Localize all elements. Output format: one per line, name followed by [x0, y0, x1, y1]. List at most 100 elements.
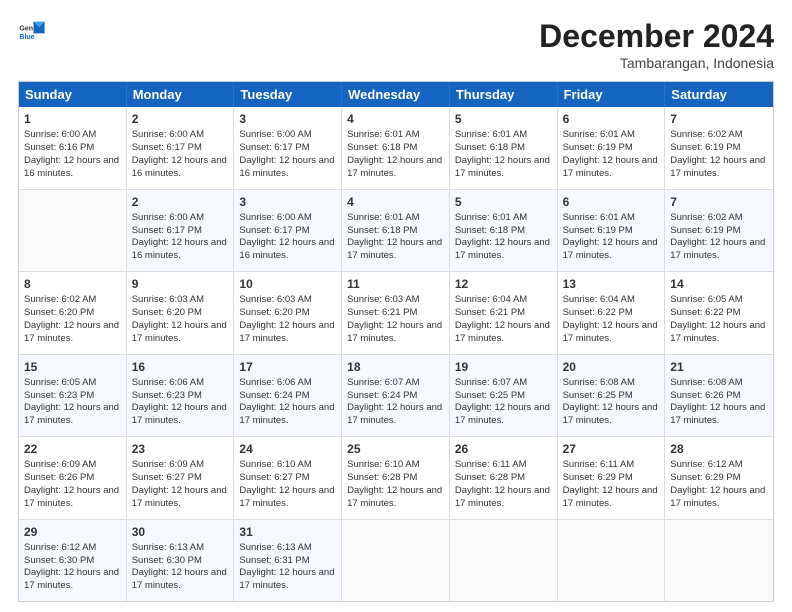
calendar-body: 1Sunrise: 6:00 AMSunset: 6:16 PMDaylight… [19, 107, 773, 601]
header: Gen Blue December 2024 Tambarangan, Indo… [18, 18, 774, 71]
cal-cell: 30Sunrise: 6:13 AMSunset: 6:30 PMDayligh… [127, 520, 235, 602]
cal-cell: 6Sunrise: 6:01 AMSunset: 6:19 PMDaylight… [558, 190, 666, 272]
day-number: 7 [670, 111, 768, 127]
cal-cell: 16Sunrise: 6:06 AMSunset: 6:23 PMDayligh… [127, 355, 235, 437]
day-number: 29 [24, 524, 121, 540]
cal-cell [450, 520, 558, 602]
location: Tambarangan, Indonesia [539, 55, 774, 71]
cal-cell: 9Sunrise: 6:03 AMSunset: 6:20 PMDaylight… [127, 272, 235, 354]
cal-cell [558, 520, 666, 602]
day-number: 30 [132, 524, 229, 540]
day-number: 9 [132, 276, 229, 292]
day-number: 17 [239, 359, 336, 375]
cal-cell: 25Sunrise: 6:10 AMSunset: 6:28 PMDayligh… [342, 437, 450, 519]
day-number: 12 [455, 276, 552, 292]
title-block: December 2024 Tambarangan, Indonesia [539, 18, 774, 71]
cal-cell: 23Sunrise: 6:09 AMSunset: 6:27 PMDayligh… [127, 437, 235, 519]
cal-cell: 31Sunrise: 6:13 AMSunset: 6:31 PMDayligh… [234, 520, 342, 602]
cal-cell: 11Sunrise: 6:03 AMSunset: 6:21 PMDayligh… [342, 272, 450, 354]
day-number: 5 [455, 194, 552, 210]
cal-cell: 29Sunrise: 6:12 AMSunset: 6:30 PMDayligh… [19, 520, 127, 602]
cal-cell: 2Sunrise: 6:00 AMSunset: 6:17 PMDaylight… [127, 190, 235, 272]
day-number: 15 [24, 359, 121, 375]
cal-cell: 26Sunrise: 6:11 AMSunset: 6:28 PMDayligh… [450, 437, 558, 519]
calendar-header: Sunday Monday Tuesday Wednesday Thursday… [19, 82, 773, 107]
svg-text:Gen: Gen [19, 26, 33, 33]
svg-text:Blue: Blue [19, 34, 34, 41]
day-number: 18 [347, 359, 444, 375]
cal-cell: 3Sunrise: 6:00 AMSunset: 6:17 PMDaylight… [234, 190, 342, 272]
day-number: 5 [455, 111, 552, 127]
page: Gen Blue December 2024 Tambarangan, Indo… [0, 0, 792, 612]
calendar-row: 2Sunrise: 6:00 AMSunset: 6:17 PMDaylight… [19, 189, 773, 272]
header-sunday: Sunday [19, 82, 127, 107]
cal-cell: 19Sunrise: 6:07 AMSunset: 6:25 PMDayligh… [450, 355, 558, 437]
calendar-row: 22Sunrise: 6:09 AMSunset: 6:26 PMDayligh… [19, 436, 773, 519]
general-blue-icon: Gen Blue [18, 18, 46, 46]
cal-cell: 18Sunrise: 6:07 AMSunset: 6:24 PMDayligh… [342, 355, 450, 437]
header-tuesday: Tuesday [234, 82, 342, 107]
day-number: 24 [239, 441, 336, 457]
cal-cell: 17Sunrise: 6:06 AMSunset: 6:24 PMDayligh… [234, 355, 342, 437]
month-year: December 2024 [539, 18, 774, 55]
cal-cell: 5Sunrise: 6:01 AMSunset: 6:18 PMDaylight… [450, 190, 558, 272]
day-number: 2 [132, 194, 229, 210]
cal-cell: 13Sunrise: 6:04 AMSunset: 6:22 PMDayligh… [558, 272, 666, 354]
cal-cell: 7Sunrise: 6:02 AMSunset: 6:19 PMDaylight… [665, 190, 773, 272]
cal-cell: 24Sunrise: 6:10 AMSunset: 6:27 PMDayligh… [234, 437, 342, 519]
cal-cell: 14Sunrise: 6:05 AMSunset: 6:22 PMDayligh… [665, 272, 773, 354]
cal-cell: 2Sunrise: 6:00 AMSunset: 6:17 PMDaylight… [127, 107, 235, 189]
header-saturday: Saturday [665, 82, 773, 107]
day-number: 23 [132, 441, 229, 457]
day-number: 3 [239, 194, 336, 210]
day-number: 25 [347, 441, 444, 457]
header-thursday: Thursday [450, 82, 558, 107]
cal-cell [19, 190, 127, 272]
day-number: 28 [670, 441, 768, 457]
header-friday: Friday [558, 82, 666, 107]
day-number: 4 [347, 194, 444, 210]
cal-cell: 6Sunrise: 6:01 AMSunset: 6:19 PMDaylight… [558, 107, 666, 189]
cal-cell: 27Sunrise: 6:11 AMSunset: 6:29 PMDayligh… [558, 437, 666, 519]
day-number: 16 [132, 359, 229, 375]
cal-cell [342, 520, 450, 602]
calendar-row: 15Sunrise: 6:05 AMSunset: 6:23 PMDayligh… [19, 354, 773, 437]
day-number: 2 [132, 111, 229, 127]
day-number: 6 [563, 194, 660, 210]
cal-cell: 4Sunrise: 6:01 AMSunset: 6:18 PMDaylight… [342, 190, 450, 272]
day-number: 20 [563, 359, 660, 375]
cal-cell: 8Sunrise: 6:02 AMSunset: 6:20 PMDaylight… [19, 272, 127, 354]
cal-cell: 22Sunrise: 6:09 AMSunset: 6:26 PMDayligh… [19, 437, 127, 519]
calendar-row: 29Sunrise: 6:12 AMSunset: 6:30 PMDayligh… [19, 519, 773, 602]
calendar-row: 1Sunrise: 6:00 AMSunset: 6:16 PMDaylight… [19, 107, 773, 189]
calendar: Sunday Monday Tuesday Wednesday Thursday… [18, 81, 774, 602]
cal-cell: 20Sunrise: 6:08 AMSunset: 6:25 PMDayligh… [558, 355, 666, 437]
cal-cell: 3Sunrise: 6:00 AMSunset: 6:17 PMDaylight… [234, 107, 342, 189]
header-monday: Monday [127, 82, 235, 107]
day-number: 27 [563, 441, 660, 457]
day-number: 7 [670, 194, 768, 210]
day-number: 10 [239, 276, 336, 292]
cal-cell: 28Sunrise: 6:12 AMSunset: 6:29 PMDayligh… [665, 437, 773, 519]
cal-cell: 7Sunrise: 6:02 AMSunset: 6:19 PMDaylight… [665, 107, 773, 189]
cal-cell: 1Sunrise: 6:00 AMSunset: 6:16 PMDaylight… [19, 107, 127, 189]
header-wednesday: Wednesday [342, 82, 450, 107]
cal-cell: 5Sunrise: 6:01 AMSunset: 6:18 PMDaylight… [450, 107, 558, 189]
day-number: 3 [239, 111, 336, 127]
cal-cell [665, 520, 773, 602]
day-number: 1 [24, 111, 121, 127]
day-number: 21 [670, 359, 768, 375]
day-number: 14 [670, 276, 768, 292]
day-number: 4 [347, 111, 444, 127]
day-number: 26 [455, 441, 552, 457]
logo: Gen Blue [18, 18, 48, 46]
day-number: 11 [347, 276, 444, 292]
day-number: 13 [563, 276, 660, 292]
day-number: 31 [239, 524, 336, 540]
day-number: 8 [24, 276, 121, 292]
cal-cell: 10Sunrise: 6:03 AMSunset: 6:20 PMDayligh… [234, 272, 342, 354]
day-number: 6 [563, 111, 660, 127]
calendar-row: 8Sunrise: 6:02 AMSunset: 6:20 PMDaylight… [19, 271, 773, 354]
cal-cell: 15Sunrise: 6:05 AMSunset: 6:23 PMDayligh… [19, 355, 127, 437]
cal-cell: 21Sunrise: 6:08 AMSunset: 6:26 PMDayligh… [665, 355, 773, 437]
